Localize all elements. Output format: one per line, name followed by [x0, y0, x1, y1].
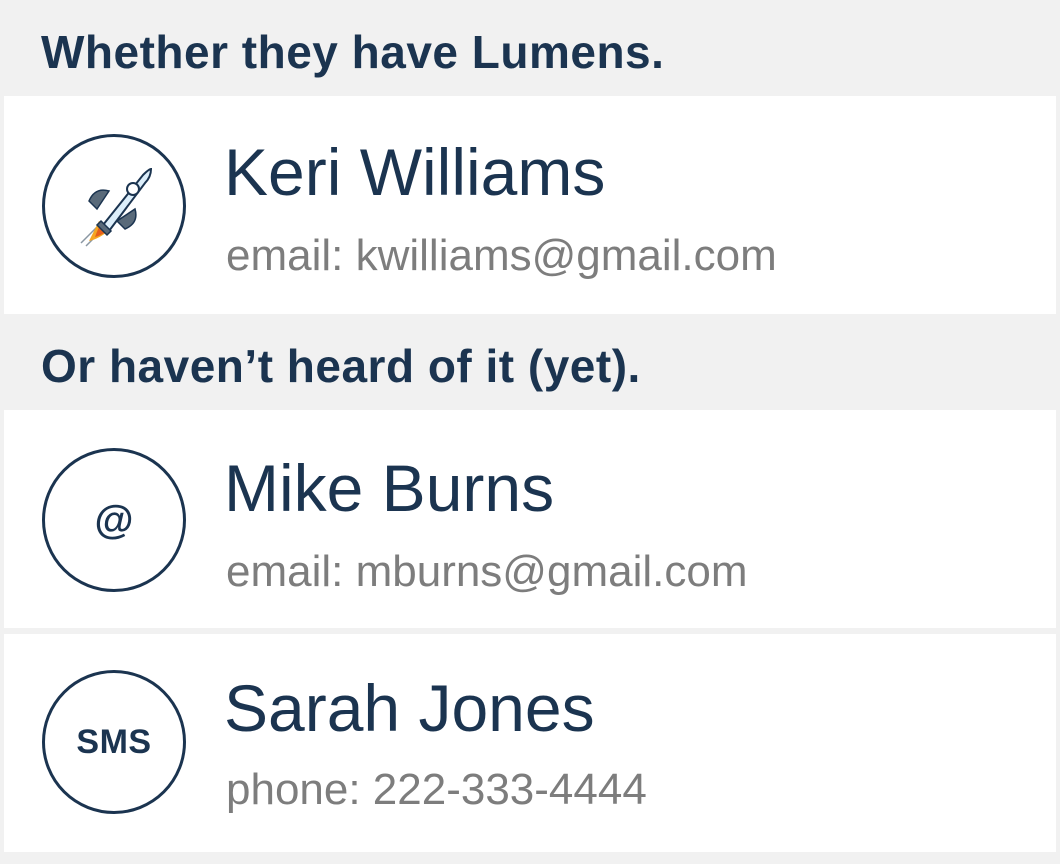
contact-name: Mike Burns: [224, 451, 555, 525]
contact-email: email: mburns@gmail.com: [226, 547, 748, 596]
section-header-has-lumens: Whether they have Lumens.: [41, 26, 665, 78]
contact-phone: phone: 222-333-4444: [226, 765, 647, 814]
section-header-no-lumens: Or haven’t heard of it (yet).: [41, 340, 641, 392]
at-icon: @: [94, 497, 134, 542]
contact-name: Sarah Jones: [224, 671, 595, 745]
avatar: [42, 134, 186, 278]
contact-email: email: kwilliams@gmail.com: [226, 231, 777, 280]
contact-card-mike-burns[interactable]: @ Mike Burns email: mburns@gmail.com: [4, 410, 1056, 628]
avatar: SMS: [42, 670, 186, 814]
rocket-icon: [80, 167, 153, 247]
sms-icon: SMS: [76, 722, 152, 761]
contact-card-sarah-jones[interactable]: SMS Sarah Jones phone: 222-333-4444: [4, 634, 1056, 852]
contact-card-keri-williams[interactable]: Keri Williams email: kwilliams@gmail.com: [4, 96, 1056, 314]
contact-name: Keri Williams: [224, 135, 606, 209]
avatar: @: [42, 448, 186, 592]
